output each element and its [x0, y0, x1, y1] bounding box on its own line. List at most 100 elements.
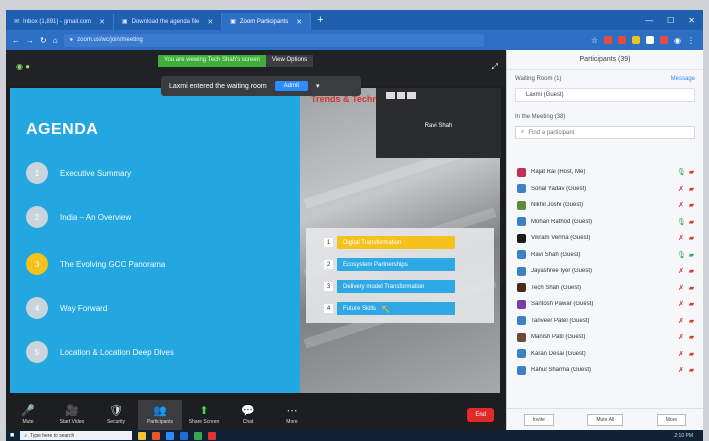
microphone-off-icon[interactable]: ✗ — [677, 201, 685, 209]
taskbar-search-input[interactable]: ⌕ Type here to search — [20, 431, 133, 440]
profile-avatar[interactable]: ◉ — [674, 36, 681, 45]
video-on-icon[interactable]: ▰ — [687, 251, 696, 259]
participants-button[interactable]: 👥 Participants — [138, 400, 182, 430]
maximize-icon[interactable]: ☐ — [667, 16, 674, 25]
system-clock[interactable]: 2:10 PM — [674, 433, 703, 439]
extension-icon[interactable] — [646, 36, 655, 44]
participant-row[interactable]: Sonal Yadav (Guest) ✗ ▰ — [507, 181, 704, 198]
minimize-icon[interactable]: — — [645, 16, 653, 25]
participant-row[interactable]: Tech Shah (Guest) ✗ ▰ — [507, 280, 704, 297]
microphone-off-icon[interactable]: ✗ — [677, 185, 685, 193]
edge-browser-icon[interactable] — [180, 431, 189, 440]
participant-search-input[interactable]: ⌕ Find a participant — [515, 126, 695, 139]
participant-name: Tech Shah (Guest) — [531, 284, 582, 291]
view-options-button[interactable]: View Options — [265, 55, 314, 67]
participant-row[interactable]: Jayashree Iyer (Guest) ✗ ▰ — [507, 263, 704, 280]
participant-row[interactable]: Manish Patil (Guest) ✗ ▰ — [507, 329, 704, 346]
microphone-off-icon[interactable]: ✗ — [677, 267, 685, 275]
mute-all-button[interactable]: Mute All — [587, 413, 624, 426]
participant-row[interactable]: Rahul Sharma (Guest) ✗ ▰ — [507, 362, 704, 379]
admit-button[interactable]: Admit — [274, 81, 309, 91]
waiting-user[interactable]: Laxmi (Guest) — [515, 88, 695, 102]
browser-tab[interactable]: ▣ Download the agenda file ✕ — [114, 13, 223, 30]
taskbar-app-icon[interactable] — [152, 431, 161, 440]
invite-button[interactable]: Invite — [523, 413, 554, 426]
microphone-off-icon[interactable]: ✗ — [677, 333, 685, 341]
window-controls: — ☐ ✕ — [645, 16, 703, 25]
chat-button[interactable]: 💬 Chat — [226, 405, 270, 425]
chrome-browser-icon[interactable] — [194, 431, 203, 440]
video-button[interactable]: 🎥 Start Video — [50, 405, 94, 425]
browser-tab[interactable]: ✉ Inbox (1,891) - gmail.com ✕ — [6, 13, 114, 30]
waiting-room-action[interactable]: Message — [671, 76, 695, 82]
chevron-down-icon[interactable]: ▾ — [316, 82, 320, 90]
tab-favicon-icon: ✉ — [14, 19, 20, 25]
video-layout-icon[interactable] — [386, 92, 417, 99]
participant-row[interactable]: Mohan Rathod (Guest) 🎙 ▰ — [507, 214, 704, 231]
speaker-video-tile[interactable]: Ravi Shah — [376, 88, 501, 158]
share-screen-button[interactable]: ⬆ Share Screen — [182, 405, 226, 425]
participant-row[interactable]: Rajat Rai (Host, Me) 🎙 ▰ — [507, 164, 704, 181]
extension-icon[interactable] — [604, 36, 613, 44]
video-off-icon[interactable]: ▰ — [687, 185, 696, 193]
windows-start-icon[interactable]: ■ — [10, 432, 14, 439]
mute-button[interactable]: 🎤 Mute — [6, 405, 50, 425]
search-icon: ⌕ — [521, 129, 525, 135]
video-off-icon[interactable]: ▰ — [687, 284, 696, 292]
participant-row[interactable]: Santosh Pawar (Guest) ✗ ▰ — [507, 296, 704, 313]
reload-icon[interactable]: ↻ — [40, 36, 47, 45]
participant-row[interactable]: Ravi Shah (Guest) 🎙 ▰ — [507, 247, 704, 264]
new-tab-icon[interactable]: + — [317, 14, 323, 26]
more-button[interactable]: ⋯ More — [270, 405, 314, 425]
video-off-icon[interactable]: ▰ — [687, 201, 696, 209]
extension-icon[interactable] — [618, 36, 627, 44]
participant-row[interactable]: Nikhil Joshi (Guest) ✗ ▰ — [507, 197, 704, 214]
microphone-off-icon[interactable]: ✗ — [677, 300, 685, 308]
microphone-off-icon[interactable]: ✗ — [677, 366, 685, 374]
slide-tag: 3 Delivery model Transformation — [324, 280, 455, 293]
video-off-icon[interactable]: ▰ — [687, 366, 696, 374]
video-off-icon[interactable]: ▰ — [687, 317, 696, 325]
browser-tab-active[interactable]: ▣ Zoom Participants ✕ — [222, 13, 312, 30]
back-icon[interactable]: ← — [12, 36, 20, 45]
microphone-off-icon[interactable]: ✗ — [677, 284, 685, 292]
microphone-off-icon[interactable]: ✗ — [677, 317, 685, 325]
menu-kebab-icon[interactable]: ⋮ — [687, 36, 695, 45]
video-off-icon[interactable]: ▰ — [687, 300, 696, 308]
participant-row[interactable]: Vikram Verma (Guest) ✗ ▰ — [507, 230, 704, 247]
video-off-icon[interactable]: ▰ — [687, 168, 696, 176]
video-off-icon[interactable]: ▰ — [687, 234, 696, 242]
extension-icon[interactable] — [660, 36, 669, 44]
fullscreen-icon[interactable]: ⤢ — [492, 62, 498, 72]
taskbar-app-icon[interactable] — [208, 431, 217, 440]
video-off-icon[interactable]: ▰ — [687, 350, 696, 358]
microphone-off-icon[interactable]: ✗ — [677, 234, 685, 242]
video-off-icon[interactable]: ▰ — [687, 267, 696, 275]
file-explorer-icon[interactable] — [138, 431, 147, 440]
participant-row[interactable]: Karan Desai (Guest) ✗ ▰ — [507, 346, 704, 363]
microphone-on-icon[interactable]: 🎙 — [677, 218, 686, 226]
more-options-button[interactable]: More — [656, 413, 687, 426]
end-meeting-button[interactable]: End — [467, 408, 494, 422]
microphone-on-icon[interactable]: 🎙 — [677, 168, 686, 176]
extension-icon[interactable] — [632, 36, 641, 44]
microphone-off-icon[interactable]: ✗ — [677, 350, 685, 358]
close-window-icon[interactable]: ✕ — [688, 16, 695, 25]
close-icon[interactable]: ✕ — [207, 18, 213, 26]
close-icon[interactable]: ✕ — [296, 18, 302, 26]
home-icon[interactable]: ⌂ — [53, 36, 58, 45]
video-off-icon[interactable]: ▰ — [687, 333, 696, 341]
forward-icon[interactable]: → — [26, 36, 34, 45]
tag-label: Digital Transformation — [337, 236, 455, 249]
video-off-icon[interactable]: ▰ — [687, 218, 696, 226]
agenda-item: 3 The Evolving GCC Panorama — [26, 253, 165, 275]
share-status-text: You are viewing Tech Shah's screen — [158, 55, 266, 67]
close-icon[interactable]: ✕ — [99, 18, 105, 26]
meeting-info-icon[interactable]: ◉ ● — [16, 62, 30, 71]
participant-row[interactable]: Tanveer Patel (Guest) ✗ ▰ — [507, 313, 704, 330]
microphone-on-icon[interactable]: 🎙 — [677, 251, 686, 259]
url-field[interactable]: ● zoom.us/wc/join/meeting — [63, 33, 484, 47]
zoom-app-icon[interactable] — [166, 431, 175, 440]
security-button[interactable]: 🛡 Security — [94, 405, 138, 425]
star-icon[interactable]: ☆ — [591, 36, 598, 45]
